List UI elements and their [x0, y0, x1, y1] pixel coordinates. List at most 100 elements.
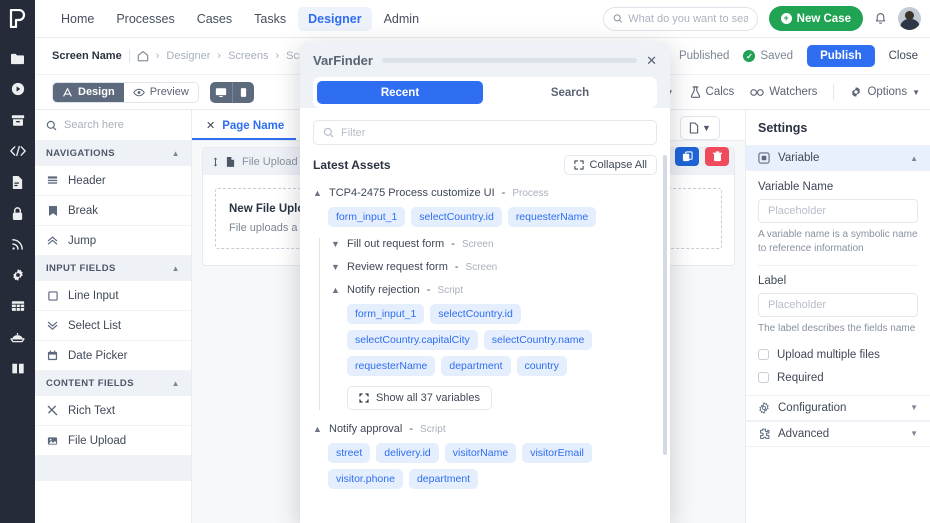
book-icon[interactable] — [10, 360, 26, 376]
file-dropdown-button[interactable]: ▼ — [680, 116, 720, 140]
play-circle-icon[interactable] — [10, 81, 26, 97]
preview-tab[interactable]: Preview — [123, 82, 198, 102]
asset-node-process-header[interactable]: ▲ TCP4-2475 Process customize UI - Proce… — [313, 187, 657, 199]
page-title: Screen Name — [52, 50, 122, 62]
variable-tag[interactable]: visitor.phone — [328, 469, 403, 489]
chevron-down-icon: ▼ — [331, 262, 340, 272]
options-menu[interactable]: Options ▼ — [850, 86, 920, 98]
lamp-icon[interactable] — [10, 329, 26, 345]
varfinder-body[interactable]: Latest Assets Collapse All ▲ TCP4-2475 P… — [300, 155, 670, 523]
component-file-upload[interactable]: File Upload — [35, 426, 191, 456]
chevron-up-icon: ▲ — [313, 424, 322, 434]
asset-child-header[interactable]: ▼ Review request form - Screen — [331, 261, 657, 273]
file-text-icon[interactable] — [10, 174, 26, 190]
component-line-input[interactable]: Line Input — [35, 281, 191, 311]
trash-icon[interactable] — [705, 147, 729, 166]
variable-tag[interactable]: country — [516, 356, 567, 376]
tab-search[interactable]: Search — [487, 81, 653, 104]
calcs-button[interactable]: Calcs — [690, 86, 734, 98]
component-break[interactable]: Break — [35, 196, 191, 226]
publish-button[interactable]: Publish — [807, 45, 875, 67]
accordion-variable[interactable]: Variable ▲ — [746, 145, 930, 171]
group-advanced[interactable] — [35, 456, 191, 481]
global-search-input[interactable]: What do you want to search — [602, 6, 758, 31]
label-input[interactable]: Placeholder — [758, 293, 918, 317]
nav-item-home[interactable]: Home — [51, 7, 104, 31]
accordion-configuration[interactable]: Configuration ▼ — [746, 394, 930, 421]
variable-tag[interactable]: selectCountry.capitalCity — [347, 330, 478, 350]
new-case-button[interactable]: + New Case — [768, 6, 863, 31]
saved-status: ✓ Saved — [743, 50, 793, 62]
checkbox-upload-multiple-files[interactable]: Upload multiple files — [758, 349, 918, 361]
breadcrumb-item-designer[interactable]: Designer — [166, 50, 210, 62]
variable-tag[interactable]: delivery.id — [376, 443, 439, 463]
variable-tag[interactable]: visitorName — [444, 443, 517, 463]
nav-item-cases[interactable]: Cases — [187, 7, 242, 31]
variable-tag[interactable]: requesterName — [347, 356, 436, 376]
lock-icon[interactable] — [10, 205, 26, 221]
rss-icon[interactable] — [10, 236, 26, 252]
nav-item-admin[interactable]: Admin — [374, 7, 429, 31]
variable-tag[interactable]: department — [441, 356, 511, 376]
varfinder-filter-input[interactable]: Filter — [313, 120, 657, 145]
watchers-button[interactable]: Watchers — [750, 86, 817, 98]
code-icon[interactable] — [9, 143, 26, 159]
component-jump[interactable]: Jump — [35, 226, 191, 256]
close-button[interactable]: Close — [889, 50, 918, 62]
folder-icon[interactable] — [10, 50, 26, 66]
variable-tag[interactable]: visitorEmail — [522, 443, 592, 463]
close-icon[interactable]: ✕ — [206, 119, 215, 132]
component-header[interactable]: Header — [35, 166, 191, 196]
asset-child-header[interactable]: ▲ Notify rejection - Script — [331, 284, 657, 296]
gear-icon[interactable] — [10, 267, 26, 283]
group-navigations[interactable]: NAVIGATIONS ▲ — [35, 141, 191, 166]
avatar[interactable] — [898, 7, 921, 30]
tab-recent[interactable]: Recent — [317, 81, 483, 104]
variable-tag[interactable]: requesterName — [507, 207, 597, 227]
variable-tag[interactable]: form_input_1 — [328, 207, 406, 227]
copy-icon[interactable] — [675, 147, 699, 166]
close-icon[interactable]: ✕ — [646, 54, 657, 67]
varfinder-title: VarFinder — [313, 52, 373, 68]
component-rich-text[interactable]: Rich Text — [35, 396, 191, 426]
design-tab[interactable]: Design — [53, 82, 124, 102]
nav-item-processes[interactable]: Processes — [106, 7, 184, 31]
variable-tag[interactable]: selectCountry.name — [483, 330, 593, 350]
bell-icon[interactable] — [874, 12, 887, 25]
app-logo[interactable] — [0, 0, 35, 38]
nav-item-designer[interactable]: Designer — [298, 6, 372, 31]
breadcrumb-item-screens[interactable]: Screens — [228, 50, 268, 62]
group-input-fields[interactable]: INPUT FIELDS ▲ — [35, 256, 191, 281]
calendar-icon — [46, 350, 59, 361]
components-search-input[interactable]: Search here — [35, 110, 191, 141]
show-all-variables-button[interactable]: Show all 37 variables — [347, 386, 492, 410]
checkbox-icon[interactable] — [758, 372, 769, 383]
asset-node-notify-approval-header[interactable]: ▲ Notify approval - Script — [313, 423, 657, 435]
checkbox-icon[interactable] — [758, 349, 769, 360]
group-content-fields[interactable]: CONTENT FIELDS ▲ — [35, 371, 191, 396]
watchers-label: Watchers — [769, 86, 818, 98]
checkbox-required[interactable]: Required — [758, 372, 918, 384]
nav-item-tasks[interactable]: Tasks — [244, 7, 296, 31]
component-select-list[interactable]: Select List — [35, 311, 191, 341]
variable-tag[interactable]: department — [408, 469, 479, 489]
variable-tag[interactable]: selectCountry.id — [411, 207, 502, 227]
scrollbar-thumb[interactable] — [663, 155, 667, 455]
asset-child-header[interactable]: ▼ Fill out request form - Screen — [331, 238, 657, 250]
page-tab-page-name[interactable]: ✕ Page Name — [192, 119, 297, 140]
variable-tag[interactable]: street — [328, 443, 371, 463]
phone-icon[interactable] — [231, 81, 254, 103]
avatar-body — [899, 19, 920, 30]
archive-icon[interactable] — [10, 112, 26, 128]
drag-handle-icon[interactable] — [212, 156, 219, 168]
home-icon[interactable] — [137, 50, 149, 62]
variable-tag[interactable]: selectCountry.id — [430, 304, 521, 324]
drag-handle-icon[interactable] — [381, 58, 638, 63]
accordion-advanced[interactable]: Advanced ▼ — [746, 420, 930, 447]
variable-name-input[interactable]: Placeholder — [758, 199, 918, 223]
table-icon[interactable] — [10, 298, 26, 314]
variable-tag[interactable]: form_input_1 — [347, 304, 425, 324]
collapse-all-button[interactable]: Collapse All — [563, 155, 657, 175]
monitor-icon[interactable] — [209, 81, 232, 103]
component-date-picker[interactable]: Date Picker — [35, 341, 191, 371]
